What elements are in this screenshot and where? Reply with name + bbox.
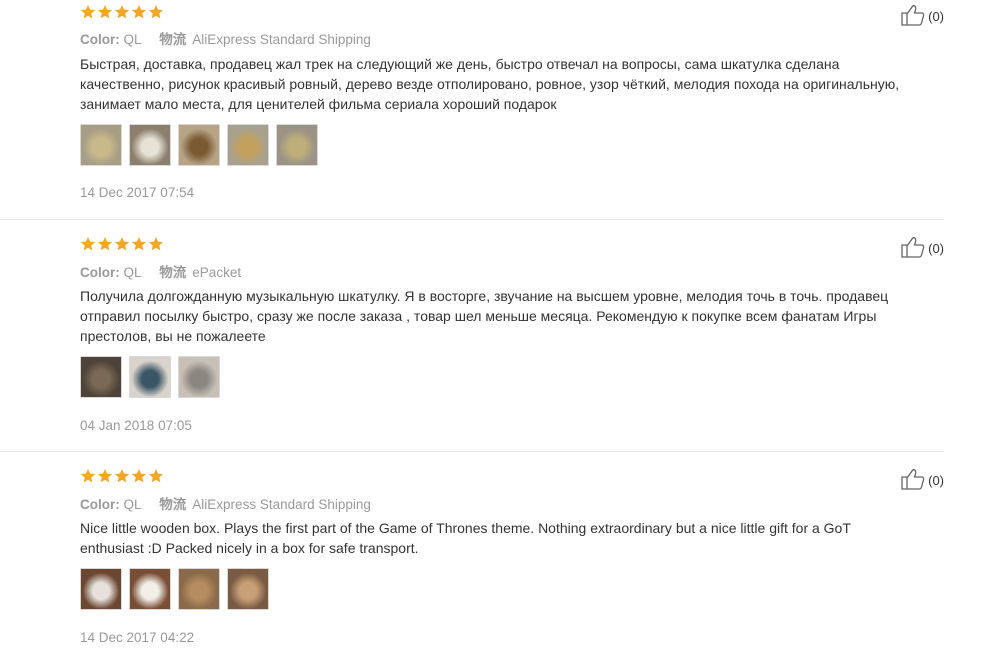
review-item: Color: QL 物流 ePacket Получила долгожданну…	[0, 220, 944, 452]
color-value: QL	[123, 497, 142, 512]
shipping-label: 物流	[159, 32, 187, 47]
star-icon	[114, 469, 130, 483]
star-icon	[114, 237, 130, 251]
shipping-value: AliExpress Standard Shipping	[192, 497, 371, 512]
review-photo-thumbnail[interactable]	[276, 124, 318, 166]
review-item: Color: QL 物流 AliExpress Standard Shipping…	[0, 452, 944, 658]
star-icon	[114, 5, 130, 19]
review-photos	[80, 124, 318, 166]
review-photo-thumbnail[interactable]	[178, 124, 220, 166]
review-photo-thumbnail[interactable]	[178, 356, 220, 398]
review-date: 14 Dec 2017 04:22	[80, 630, 195, 645]
star-icon	[80, 237, 96, 251]
shipping-label: 物流	[159, 497, 187, 512]
thumbs-up-icon	[900, 468, 928, 493]
review-photo-thumbnail[interactable]	[129, 124, 171, 166]
helpful-count: (0)	[928, 473, 944, 488]
review-photo-thumbnail[interactable]	[80, 568, 122, 610]
color-value: QL	[123, 265, 142, 280]
star-rating	[80, 468, 164, 484]
review-photo-thumbnail[interactable]	[178, 568, 220, 610]
review-photo-thumbnail[interactable]	[80, 124, 122, 166]
helpful-count: (0)	[928, 9, 944, 24]
review-item: Color: QL 物流 AliExpress Standard Shipping…	[0, 0, 944, 220]
review-photos	[80, 568, 269, 610]
star-icon	[148, 237, 164, 251]
review-text: Быстрая, доставка, продавец жал трек на …	[80, 56, 900, 112]
review-meta: Color: QL 物流 ePacket	[80, 261, 241, 281]
helpful-button[interactable]: (0)	[900, 236, 944, 261]
star-icon	[80, 5, 96, 19]
review-text: Получила долгожданную музыкальную шкатул…	[80, 288, 889, 344]
star-rating	[80, 236, 164, 252]
review-photo-thumbnail[interactable]	[227, 124, 269, 166]
review-photos	[80, 356, 220, 398]
star-icon	[131, 469, 147, 483]
shipping-value: ePacket	[192, 265, 242, 280]
thumbs-up-icon	[900, 236, 928, 261]
star-icon	[80, 469, 96, 483]
shipping-label: 物流	[159, 265, 187, 280]
star-icon	[97, 469, 113, 483]
review-meta: Color: QL 物流 AliExpress Standard Shipping	[80, 493, 371, 513]
star-icon	[148, 469, 164, 483]
color-value: QL	[123, 32, 142, 47]
color-label: Color:	[80, 32, 120, 47]
star-icon	[148, 5, 164, 19]
helpful-button[interactable]: (0)	[900, 468, 944, 493]
review-photo-thumbnail[interactable]	[227, 568, 269, 610]
color-label: Color:	[80, 497, 120, 512]
review-photo-thumbnail[interactable]	[80, 356, 122, 398]
star-rating	[80, 4, 164, 20]
helpful-count: (0)	[928, 241, 944, 256]
star-icon	[97, 5, 113, 19]
shipping-value: AliExpress Standard Shipping	[192, 32, 371, 47]
star-icon	[131, 5, 147, 19]
review-text: Nice little wooden box. Plays the first …	[80, 520, 851, 556]
thumbs-up-icon	[900, 4, 928, 29]
star-icon	[131, 237, 147, 251]
helpful-button[interactable]: (0)	[900, 4, 944, 29]
star-icon	[97, 237, 113, 251]
review-date: 14 Dec 2017 07:54	[80, 185, 195, 200]
review-date: 04 Jan 2018 07:05	[80, 418, 192, 433]
review-meta: Color: QL 物流 AliExpress Standard Shipping	[80, 28, 371, 48]
review-photo-thumbnail[interactable]	[129, 356, 171, 398]
review-photo-thumbnail[interactable]	[129, 568, 171, 610]
color-label: Color:	[80, 265, 120, 280]
